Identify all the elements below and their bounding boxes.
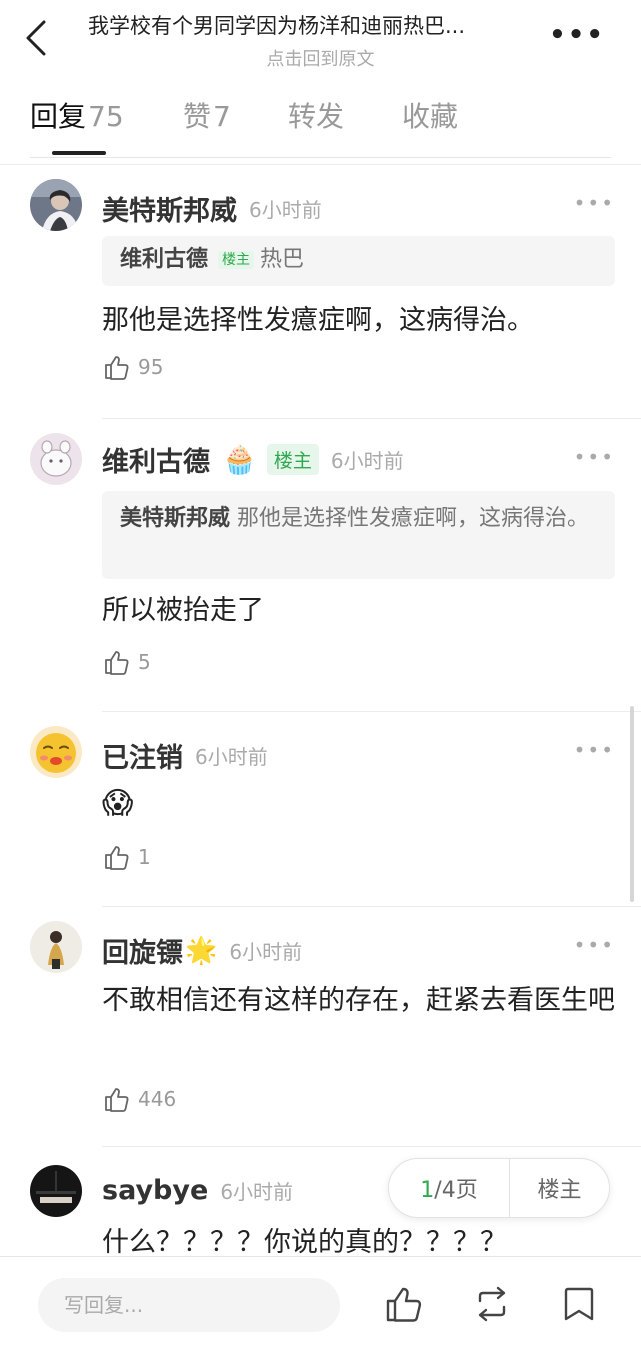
avatar[interactable] [30,433,82,485]
reply-input[interactable]: 写回复... [38,1278,340,1332]
star-icon: 🌟 [185,935,218,966]
like-button[interactable]: 95 [104,354,163,380]
tab-likes[interactable]: 赞7 [183,95,231,135]
comment-text: 什么？？？？你说的真的？？？？ [102,1227,507,1256]
more-options-icon[interactable]: ••• [549,20,605,50]
like-count: 1 [138,845,151,869]
tab-bar: 回复75 赞7 转发 收藏 [30,95,610,155]
thumbs-up-icon [105,651,129,675]
like-button[interactable]: 5 [104,649,151,675]
comment-more-icon[interactable]: ••• [574,445,615,469]
tab-favorites[interactable]: 收藏 [402,95,458,135]
op-only-filter-button[interactable]: 楼主 [510,1172,609,1204]
cupcake-icon: 🧁 [222,443,257,476]
total-pages: /4页 [434,1178,478,1203]
timestamp: 6小时前 [220,1180,294,1204]
op-badge: 楼主 [218,251,255,269]
comment-text: 所以被抬走了 [102,595,264,626]
scream-emoji-icon: 😱 [102,786,134,821]
current-page: 1 [420,1178,435,1203]
comment-more-icon[interactable]: ••• [574,933,615,957]
avatar[interactable] [30,726,82,778]
page-indicator-button[interactable]: 1/4页 [389,1172,509,1204]
like-count: 5 [138,650,151,674]
tab-forward[interactable]: 转发 [288,95,344,135]
username[interactable]: 维利古德 [102,440,210,479]
page-switcher: 1/4页 楼主 [388,1158,610,1218]
quoted-reply[interactable]: 维利古德 楼主 热巴 [102,236,615,286]
comment-header: 维利古德 🧁 楼主 6小时前 [102,440,404,479]
comment-header: 美特斯邦威 6小时前 [102,189,322,228]
avatar[interactable] [30,179,82,231]
quoted-text: 那他是选择性发癔症啊，这病得治。 [237,506,590,531]
like-button[interactable]: 1 [104,844,151,870]
timestamp: 6小时前 [195,745,268,769]
comment-header: 回旋镖 🌟 6小时前 [102,931,302,970]
repost-icon[interactable] [472,1284,512,1324]
thumbs-up-icon [105,846,129,870]
username[interactable]: 已注销 [102,736,183,775]
comment-more-icon[interactable]: ••• [574,738,615,762]
username[interactable]: 美特斯邦威 [102,189,237,228]
comment-item: 已注销 6小时前 ••• 😱 1 [0,712,641,907]
like-count: 95 [138,355,164,379]
avatar[interactable] [30,1165,82,1217]
quoted-reply[interactable]: 美特斯邦威 那他是选择性发癔症啊，这病得治。 [102,491,615,579]
username[interactable]: 回旋镖 [102,931,183,970]
timestamp: 6小时前 [330,449,404,473]
top-header: 我学校有个男同学因为杨洋和迪丽热巴... 点击回到原文 ••• [0,0,641,80]
like-post-icon[interactable] [384,1284,424,1324]
post-title[interactable]: 我学校有个男同学因为杨洋和迪丽热巴... [88,10,558,40]
avatar[interactable] [30,921,82,973]
like-count: 446 [138,1087,177,1111]
comment-item: 美特斯邦威 6小时前 ••• 维利古德 楼主 热巴 那他是选择性发癔症啊，这病得治。… [0,165,641,419]
timestamp: 6小时前 [229,940,303,964]
thumbs-up-icon [105,1088,129,1112]
quoted-text: 热巴 [260,247,305,272]
like-button[interactable]: 446 [104,1086,176,1112]
timestamp: 6小时前 [249,198,322,222]
active-tab-indicator [52,151,106,155]
comment-text: 那他是选择性发癔症啊，这病得治。 [102,305,534,336]
comment-header: 已注销 6小时前 [102,736,268,775]
bookmark-icon[interactable] [560,1284,598,1324]
op-badge: 楼主 [266,444,319,475]
quoted-username: 美特斯邦威 [120,506,231,531]
comment-text: 不敢相信还有这样的存在，赶紧去看医生吧 [102,985,615,1016]
tab-replies[interactable]: 回复75 [30,95,124,135]
comment-item: 回旋镖 🌟 6小时前 ••• 不敢相信还有这样的存在，赶紧去看医生吧 446 [0,907,641,1147]
comment-header: saybye 6小时前 [102,1175,293,1206]
tabs-divider [30,157,611,158]
comment-item: 维利古德 🧁 楼主 6小时前 ••• 美特斯邦威 那他是选择性发癔症啊，这病得治… [0,419,641,712]
thumbs-up-icon [105,356,129,380]
scrollbar[interactable] [630,706,634,902]
comment-more-icon[interactable]: ••• [574,191,615,215]
back-to-original-link[interactable]: 点击回到原文 [0,45,641,71]
username[interactable]: saybye [102,1175,208,1206]
quoted-username: 维利古德 [120,247,209,272]
bottom-bar-divider [0,1256,641,1257]
